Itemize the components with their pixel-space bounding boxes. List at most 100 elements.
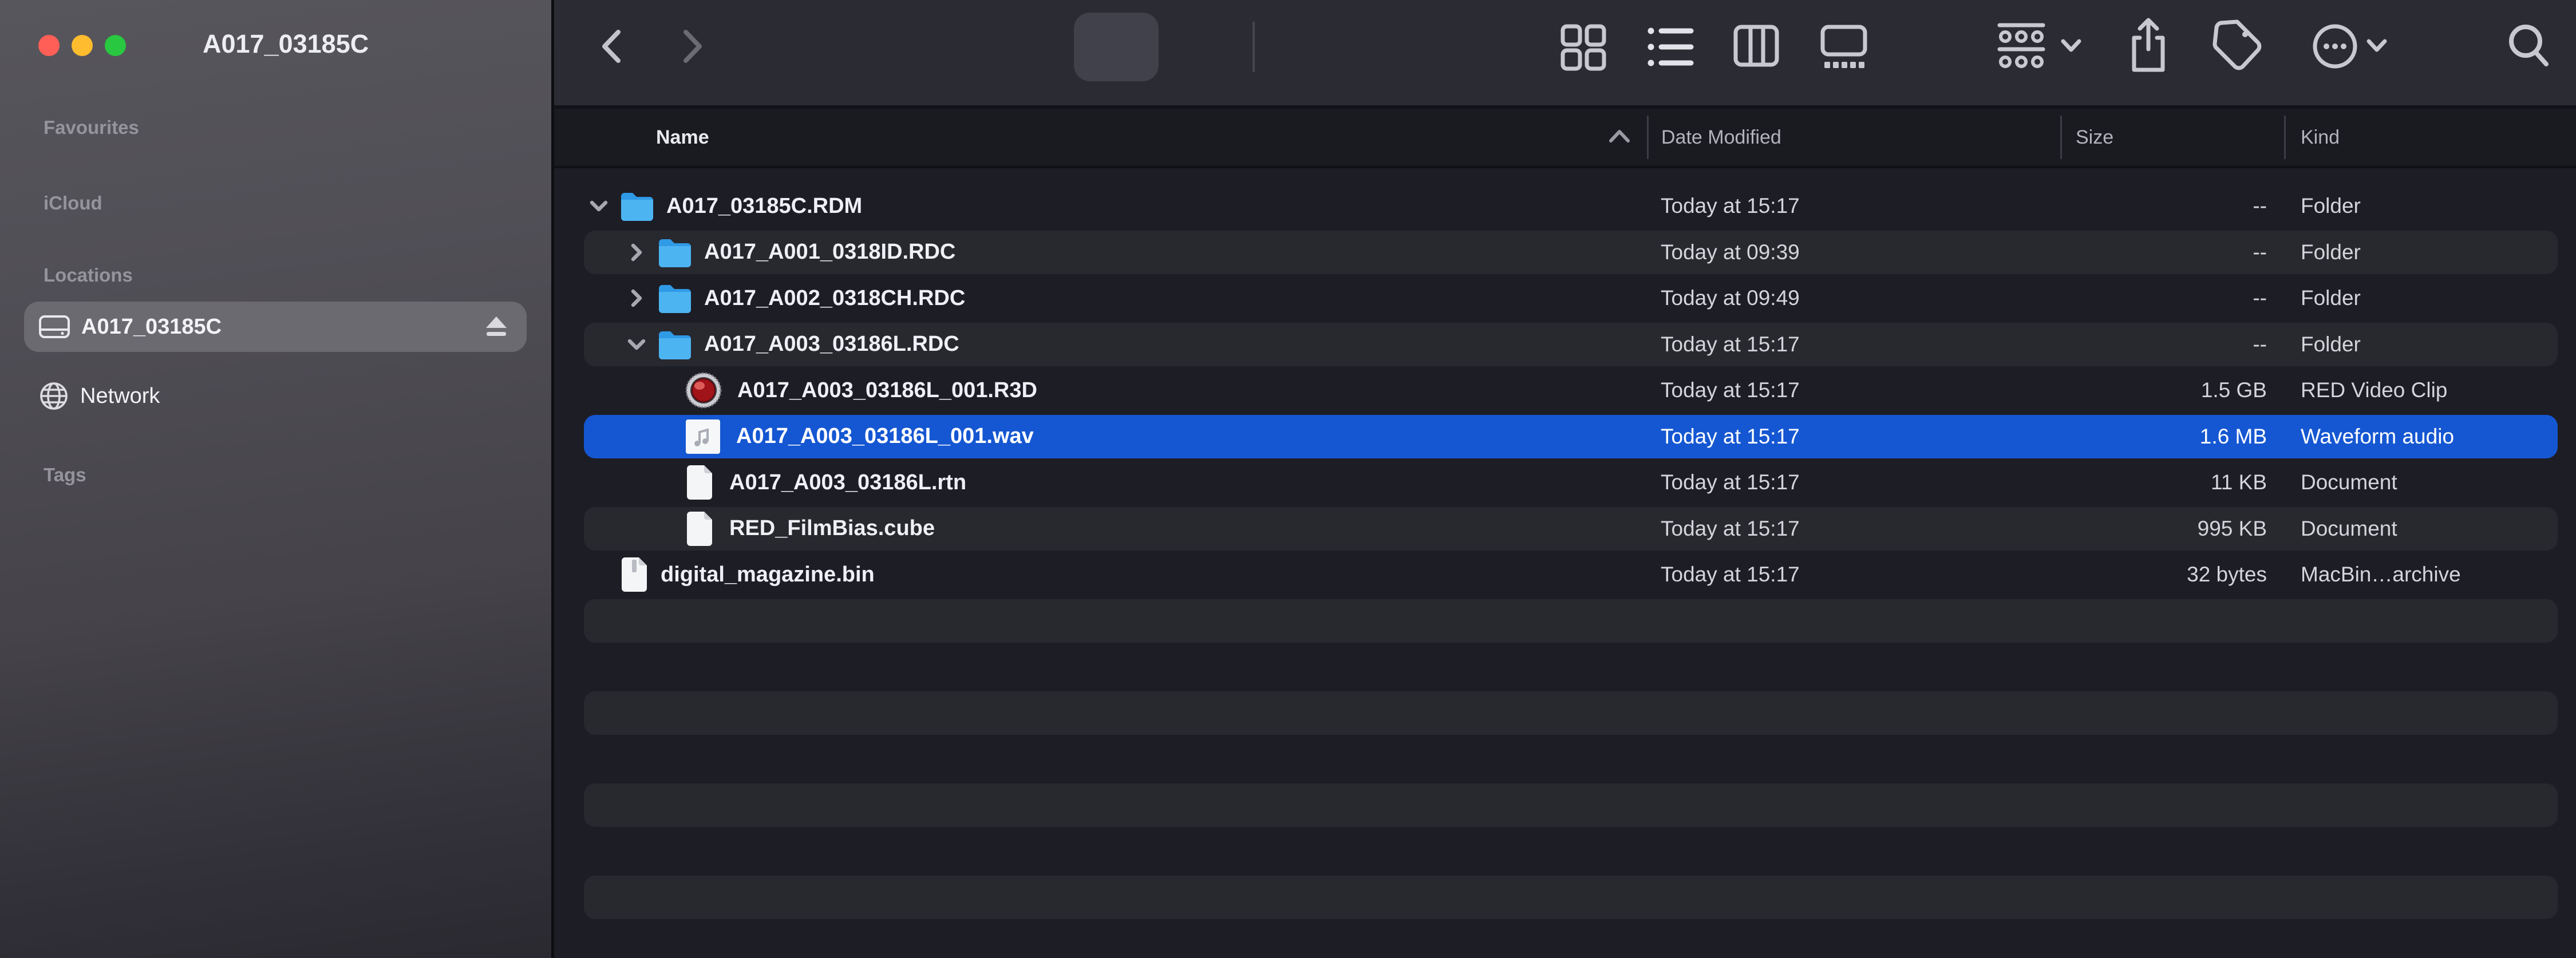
column-header-size[interactable]: Size — [2076, 109, 2113, 166]
grid-view-icon[interactable] — [1559, 23, 1607, 71]
file-size: 32 bytes — [2038, 552, 2267, 598]
toolbar-separator — [1253, 22, 1255, 72]
red-video-clip-icon — [685, 371, 722, 409]
table-row[interactable]: A017_A003_03186L.RDC Today at 15:17 -- F… — [554, 322, 2576, 368]
disclosure-open-icon[interactable] — [586, 193, 611, 219]
search-icon[interactable] — [2506, 22, 2551, 69]
close-button[interactable] — [38, 35, 60, 56]
column-divider[interactable] — [2060, 116, 2062, 159]
sidebar-item-label: A017_03185C — [81, 315, 222, 339]
empty-row — [554, 644, 2576, 690]
column-divider[interactable] — [2284, 116, 2286, 159]
folder-icon — [619, 191, 655, 221]
sidebar-section-icloud: iCloud — [44, 192, 102, 214]
chevron-down-icon[interactable] — [2060, 38, 2083, 54]
folder-icon — [657, 329, 693, 360]
eject-icon[interactable] — [483, 314, 509, 339]
file-list: A017_03185C.RDM Today at 15:17 -- Folder… — [554, 168, 2576, 958]
document-icon — [685, 510, 714, 547]
disclosure-closed-icon[interactable] — [624, 240, 649, 265]
file-kind: Folder — [2301, 275, 2361, 322]
document-icon — [619, 556, 649, 593]
window-title: A017_03185C — [203, 29, 369, 59]
file-name: A017_A003_03186L_001.R3D — [737, 378, 1037, 403]
tag-icon[interactable] — [2211, 18, 2263, 73]
file-kind: Folder — [2301, 322, 2361, 368]
file-name: A017_A003_03186L.RDC — [704, 332, 959, 357]
forward-button[interactable] — [681, 29, 704, 64]
list-column-header: Name Date Modified Size Kind — [554, 109, 2576, 168]
file-name: A017_A003_03186L_001.wav — [736, 424, 1034, 449]
sidebar: Favourites iCloud Locations A017_03185C — [0, 0, 551, 958]
file-size: 11 KB — [2038, 460, 2267, 506]
back-button[interactable] — [600, 29, 623, 64]
column-header-name[interactable]: Name — [656, 109, 709, 166]
audio-file-icon — [685, 418, 721, 455]
share-icon[interactable] — [2127, 17, 2170, 74]
sidebar-section-tags: Tags — [44, 464, 86, 486]
window-controls — [38, 35, 126, 56]
empty-row — [554, 736, 2576, 782]
file-size: 1.5 GB — [2038, 367, 2267, 414]
sort-ascending-icon — [1606, 127, 1633, 145]
globe-icon — [38, 381, 69, 411]
table-row[interactable]: A017_A003_03186L_001.R3D Today at 15:17 … — [554, 367, 2576, 414]
table-row[interactable]: digital_magazine.bin Today at 15:17 32 b… — [554, 552, 2576, 598]
empty-row — [554, 828, 2576, 874]
empty-row — [554, 874, 2576, 921]
file-name: digital_magazine.bin — [661, 563, 875, 587]
table-row[interactable]: A017_A003_03186L.rtn Today at 15:17 11 K… — [554, 460, 2576, 506]
file-kind: MacBin…archive — [2301, 552, 2461, 598]
list-view-selected-background — [1074, 13, 1159, 81]
file-kind: Document — [2301, 460, 2397, 506]
internal-disk-icon — [38, 314, 70, 339]
empty-row — [554, 782, 2576, 829]
zoom-button[interactable] — [105, 35, 126, 56]
group-by-icon[interactable] — [1997, 22, 2046, 72]
file-kind: Document — [2301, 506, 2397, 552]
document-icon — [685, 464, 714, 501]
file-date: Today at 15:17 — [1661, 414, 1800, 460]
file-date: Today at 15:17 — [1661, 367, 1800, 414]
sidebar-section-favourites: Favourites — [44, 117, 139, 138]
column-view-icon[interactable] — [1733, 24, 1780, 68]
list-view-icon[interactable] — [1646, 24, 1694, 70]
more-options-icon[interactable] — [2312, 23, 2358, 70]
file-name: A017_A001_0318ID.RDC — [704, 240, 955, 264]
file-date: Today at 09:49 — [1661, 275, 1800, 322]
file-date: Today at 15:17 — [1661, 506, 1800, 552]
folder-icon — [657, 237, 693, 268]
empty-row — [554, 920, 2576, 958]
file-kind: Folder — [2301, 183, 2361, 229]
file-size: -- — [2038, 183, 2267, 229]
column-header-date-modified[interactable]: Date Modified — [1661, 109, 1781, 166]
column-header-kind[interactable]: Kind — [2301, 109, 2340, 166]
table-row[interactable]: A017_A002_0318CH.RDC Today at 09:49 -- F… — [554, 275, 2576, 322]
finder-window: Favourites iCloud Locations A017_03185C — [0, 0, 2576, 958]
empty-row — [554, 690, 2576, 737]
chevron-down-icon[interactable] — [2365, 38, 2388, 54]
empty-row — [554, 598, 2576, 644]
disclosure-closed-icon[interactable] — [624, 286, 649, 311]
gallery-view-icon[interactable] — [1820, 24, 1868, 70]
table-row[interactable]: RED_FilmBias.cube Today at 15:17 995 KB … — [554, 506, 2576, 552]
sidebar-section-locations: Locations — [44, 264, 133, 286]
sidebar-item-label: Network — [80, 384, 160, 409]
file-size: 1.6 MB — [2038, 414, 2267, 460]
sidebar-item-network[interactable]: Network — [24, 371, 527, 421]
file-kind: RED Video Clip — [2301, 367, 2447, 414]
file-date: Today at 15:17 — [1661, 552, 1800, 598]
file-size: -- — [2038, 322, 2267, 368]
file-kind: Folder — [2301, 229, 2361, 276]
column-divider[interactable] — [1647, 116, 1649, 159]
minimize-button[interactable] — [72, 35, 93, 56]
sidebar-item-volume[interactable]: A017_03185C — [24, 302, 527, 352]
table-row[interactable]: A017_03185C.RDM Today at 15:17 -- Folder — [554, 183, 2576, 229]
disclosure-open-icon[interactable] — [624, 332, 649, 357]
folder-icon — [657, 283, 693, 314]
table-row-selected[interactable]: A017_A003_03186L_001.wav Today at 15:17 … — [554, 414, 2576, 460]
file-size: -- — [2038, 275, 2267, 322]
file-date: Today at 09:39 — [1661, 229, 1800, 276]
file-kind: Waveform audio — [2301, 414, 2454, 460]
table-row[interactable]: A017_A001_0318ID.RDC Today at 09:39 -- F… — [554, 229, 2576, 276]
